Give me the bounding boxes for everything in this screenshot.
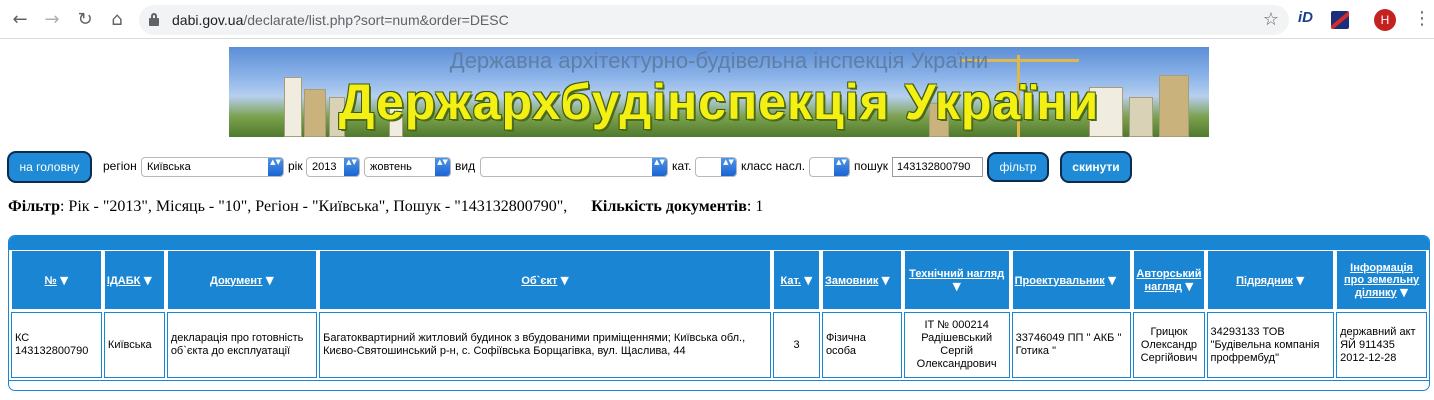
reload-icon[interactable]: ↻: [73, 8, 97, 32]
extension-id-icon[interactable]: iD: [1298, 9, 1313, 26]
cell-idabk: Київська: [103, 312, 165, 378]
select-arrow-icon: ▲▼: [268, 158, 283, 176]
table-header-row: № ▼ ІДАБК ▼ Документ ▼ Об`єкт ▼ Кат. ▼ З…: [11, 250, 1427, 310]
class-select[interactable]: ▲▼: [809, 157, 850, 177]
region-select-value: Київська: [147, 161, 191, 173]
table-row: КС 143132800790 Київська декларація про …: [11, 312, 1427, 378]
lock-icon[interactable]: [149, 13, 159, 26]
profile-avatar[interactable]: H: [1374, 9, 1396, 31]
sort-desc-icon[interactable]: ▼: [143, 274, 151, 287]
select-arrow-icon: ▲▼: [834, 158, 849, 176]
col-header-num-link[interactable]: №: [45, 275, 57, 287]
document-count-value: : 1: [746, 198, 764, 215]
col-header-contractor[interactable]: Підрядник ▼: [1206, 250, 1335, 310]
home-icon[interactable]: ⌂: [105, 8, 129, 32]
search-label: пошук: [854, 159, 889, 173]
results-table-container: № ▼ ІДАБК ▼ Документ ▼ Об`єкт ▼ Кат. ▼ З…: [8, 235, 1430, 391]
cell-num: КС 143132800790: [11, 312, 102, 378]
browser-toolbar: ← → ↻ ⌂ dabi.gov.ua/declarate/list.php?s…: [0, 0, 1434, 39]
cell-category: 3: [773, 312, 820, 378]
month-select-value: жовтень: [370, 161, 412, 173]
header-banner: Державна архітектурно-будівельна інспекц…: [229, 47, 1209, 137]
col-header-contractor-link[interactable]: Підрядник: [1236, 275, 1293, 287]
sort-desc-icon[interactable]: ▼: [266, 274, 274, 287]
sort-desc-icon[interactable]: ▼: [1296, 274, 1304, 287]
bookmark-star-icon[interactable]: ☆: [1263, 9, 1279, 30]
select-arrow-icon: ▲▼: [721, 158, 736, 176]
address-bar[interactable]: dabi.gov.ua/declarate/list.php?sort=num&…: [139, 5, 1289, 35]
table-bottom-bar: [9, 380, 1429, 390]
sort-desc-icon[interactable]: ▼: [1108, 274, 1116, 287]
filter-summary: Фільтр: Рік - "2013", Місяць - "10", Рег…: [8, 198, 763, 216]
sort-desc-icon[interactable]: ▼: [1400, 286, 1408, 299]
cell-customer: Фізична особа: [821, 312, 902, 378]
banner-subtitle: Державна архітектурно-будівельна інспекц…: [449, 48, 989, 73]
category-select[interactable]: ▲▼: [695, 157, 737, 177]
sort-desc-icon[interactable]: ▼: [1185, 280, 1193, 293]
class-label: класс насл.: [741, 159, 806, 173]
sort-desc-icon[interactable]: ▼: [804, 274, 812, 287]
col-header-category[interactable]: Кат. ▼: [773, 250, 820, 310]
url-host: dabi.gov.ua: [172, 12, 244, 28]
cell-author-supervision: Грицюк Олександр Сергійович: [1133, 312, 1205, 378]
sort-desc-icon[interactable]: ▼: [952, 280, 960, 293]
cell-land-info: державний акт ЯЙ 911435 2012-12-28: [1336, 312, 1427, 378]
cell-object: Багатоквартирний житловий будинок з вбуд…: [319, 312, 772, 378]
year-select[interactable]: 2013 ▲▼: [306, 157, 360, 177]
year-label: рік: [288, 159, 303, 173]
month-select[interactable]: жовтень ▲▼: [364, 157, 451, 177]
extension-flag-icon[interactable]: [1331, 11, 1349, 29]
sort-desc-icon[interactable]: ▼: [60, 274, 68, 287]
col-header-document-link[interactable]: Документ: [210, 275, 262, 287]
year-select-value: 2013: [312, 161, 337, 173]
search-input[interactable]: 143132800790: [892, 157, 983, 177]
col-header-object-link[interactable]: Об`єкт: [521, 275, 557, 287]
select-arrow-icon: ▲▼: [435, 158, 450, 176]
document-count-label: Кількість документів: [591, 198, 747, 215]
col-header-idabk[interactable]: ІДАБК ▼: [103, 250, 165, 310]
region-label: регіон: [103, 159, 137, 173]
region-select[interactable]: Київська ▲▼: [141, 157, 284, 177]
results-table: № ▼ ІДАБК ▼ Документ ▼ Об`єкт ▼ Кат. ▼ З…: [9, 248, 1429, 380]
url-text[interactable]: dabi.gov.ua/declarate/list.php?sort=num&…: [172, 12, 509, 28]
forward-icon[interactable]: →: [40, 8, 64, 32]
col-header-customer-link[interactable]: Замовник: [825, 275, 878, 287]
col-header-idabk-link[interactable]: ІДАБК: [107, 275, 140, 287]
col-header-num[interactable]: № ▼: [11, 250, 102, 310]
col-header-object[interactable]: Об`єкт ▼: [319, 250, 772, 310]
cell-tech-supervision: ІТ № 000214 Радішевський Сергій Олександ…: [903, 312, 1010, 378]
col-header-document[interactable]: Документ ▼: [166, 250, 318, 310]
col-header-designer[interactable]: Проектувальник ▼: [1011, 250, 1132, 310]
filter-summary-label: Фільтр: [8, 198, 60, 215]
home-button[interactable]: на головну: [7, 151, 92, 183]
col-header-customer[interactable]: Замовник ▼: [821, 250, 902, 310]
filter-button[interactable]: фільтр: [987, 152, 1049, 182]
banner-title: Держархбудінспекція України: [338, 74, 1100, 130]
category-label: кат.: [672, 159, 692, 173]
back-icon[interactable]: ←: [8, 8, 32, 32]
cell-contractor: 34293133 ТОВ "Будівельна компанія профре…: [1206, 312, 1335, 378]
col-header-category-link[interactable]: Кат.: [781, 275, 801, 287]
col-header-author-supervision[interactable]: Авторський нагляд ▼: [1133, 250, 1205, 310]
filter-summary-text: : Рік - "2013", Місяць - "10", Регіон - …: [59, 198, 568, 215]
cell-document: декларація про готовність об`єкта до екс…: [166, 312, 318, 378]
col-header-tech-supervision-link[interactable]: Технічний нагляд: [909, 268, 1004, 280]
reset-button[interactable]: скинути: [1060, 151, 1132, 183]
col-header-designer-link[interactable]: Проектувальник: [1015, 275, 1105, 287]
browser-menu-icon[interactable]: ⋮: [1413, 8, 1431, 30]
cell-designer: 33746049 ПП " АКБ " Готика ": [1011, 312, 1132, 378]
type-select[interactable]: ▲▼: [480, 157, 668, 177]
select-arrow-icon: ▲▼: [344, 158, 359, 176]
type-label: вид: [455, 159, 476, 173]
sort-desc-icon[interactable]: ▼: [881, 274, 889, 287]
col-header-land-info[interactable]: Інформація про земельну ділянку ▼: [1336, 250, 1427, 310]
select-arrow-icon: ▲▼: [652, 158, 667, 176]
col-header-tech-supervision[interactable]: Технічний нагляд ▼: [903, 250, 1010, 310]
sort-desc-icon[interactable]: ▼: [560, 274, 568, 287]
url-path: /declarate/list.php?sort=num&order=DESC: [243, 12, 509, 28]
